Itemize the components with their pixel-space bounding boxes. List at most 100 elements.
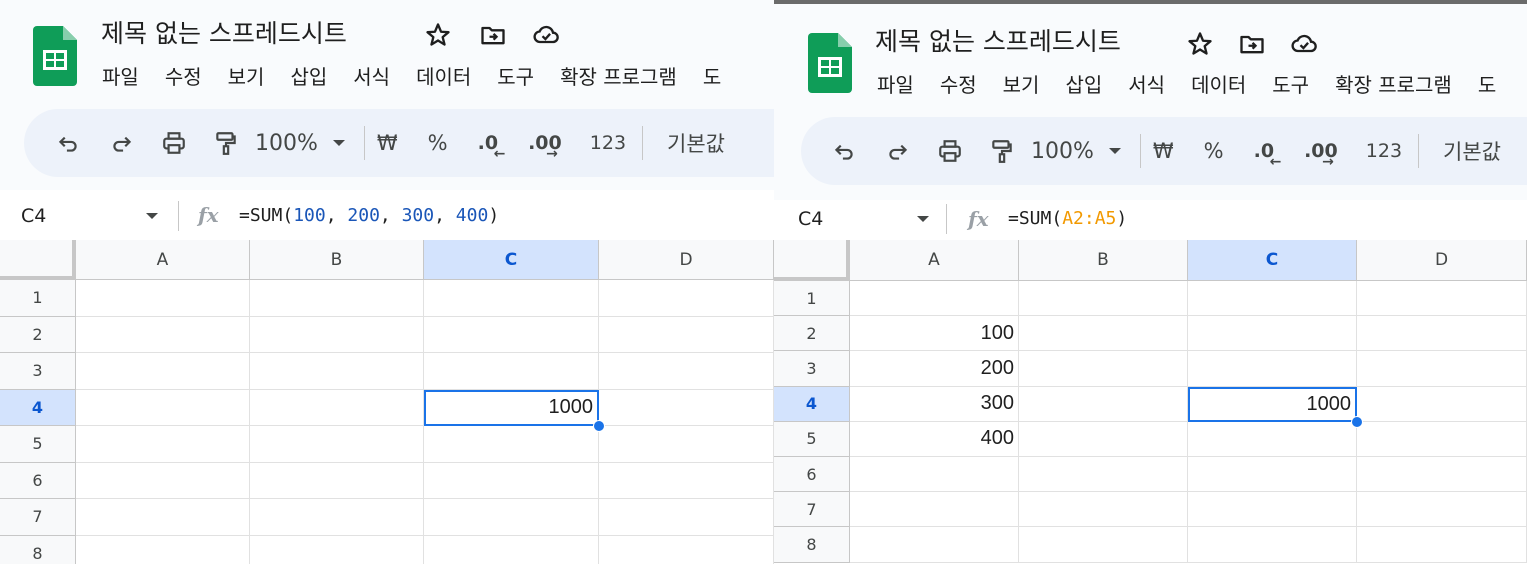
- more-formats-button[interactable]: 123: [1366, 140, 1402, 162]
- cell-d3[interactable]: [1357, 351, 1527, 387]
- column-header-b[interactable]: B: [1019, 240, 1188, 281]
- cell-d7[interactable]: [1357, 492, 1527, 528]
- cell-a4[interactable]: [76, 389, 250, 426]
- cell-c3[interactable]: [424, 353, 599, 390]
- cell-a8[interactable]: [76, 535, 250, 564]
- row-header-3[interactable]: 3: [774, 351, 850, 387]
- cell-b1[interactable]: [250, 280, 424, 317]
- move-folder-icon[interactable]: [1238, 30, 1266, 58]
- fill-handle[interactable]: [1351, 415, 1363, 428]
- cell-a6[interactable]: [850, 457, 1019, 493]
- sheets-logo-icon[interactable]: [33, 26, 77, 86]
- increase-decimal-button[interactable]: .00 →: [1304, 140, 1338, 170]
- cell-c2[interactable]: [1188, 316, 1357, 352]
- cell-a3[interactable]: 200: [850, 351, 1019, 387]
- menu-insert[interactable]: 삽입: [290, 61, 327, 90]
- cell-d2[interactable]: [599, 316, 774, 353]
- star-icon[interactable]: [424, 21, 452, 49]
- select-all-corner[interactable]: [0, 240, 76, 280]
- decrease-decimal-button[interactable]: .0 ←: [478, 132, 506, 162]
- formula-input[interactable]: =SUM(100, 200, 300, 400): [239, 205, 499, 226]
- menu-format[interactable]: 서식: [1128, 69, 1165, 98]
- menu-insert[interactable]: 삽입: [1065, 69, 1102, 98]
- cell-d1[interactable]: [1357, 281, 1527, 317]
- cell-c2[interactable]: [424, 316, 599, 353]
- row-header-5[interactable]: 5: [774, 421, 850, 457]
- formula-input[interactable]: =SUM(A2:A5): [1008, 208, 1127, 229]
- cell-b5[interactable]: [250, 426, 424, 463]
- cloud-saved-icon[interactable]: [532, 21, 560, 49]
- menu-file[interactable]: 파일: [102, 61, 139, 90]
- menu-tools[interactable]: 도구: [497, 61, 534, 90]
- cell-b6[interactable]: [1019, 457, 1188, 493]
- chevron-down-icon[interactable]: [145, 211, 159, 221]
- currency-format-button[interactable]: ₩: [377, 131, 398, 155]
- increase-decimal-button[interactable]: .00 →: [528, 132, 562, 162]
- zoom-select[interactable]: 100%: [1031, 139, 1094, 164]
- font-select[interactable]: 기본값: [1443, 136, 1501, 166]
- print-icon[interactable]: [937, 138, 963, 164]
- paint-format-icon[interactable]: [989, 138, 1015, 164]
- zoom-select[interactable]: 100%: [255, 131, 318, 156]
- menu-extensions[interactable]: 확장 프로그램: [560, 61, 677, 90]
- paint-format-icon[interactable]: [213, 130, 239, 156]
- row-header-8[interactable]: 8: [0, 535, 76, 564]
- cell-d5[interactable]: [599, 426, 774, 463]
- cell-a6[interactable]: [76, 462, 250, 499]
- print-icon[interactable]: [161, 130, 187, 156]
- cell-b2[interactable]: [1019, 316, 1188, 352]
- cell-c3[interactable]: [1188, 351, 1357, 387]
- active-cell[interactable]: 1000: [424, 389, 599, 426]
- menu-extensions[interactable]: 확장 프로그램: [1335, 69, 1452, 98]
- cell-d6[interactable]: [599, 462, 774, 499]
- menu-format[interactable]: 서식: [353, 61, 390, 90]
- row-header-2[interactable]: 2: [0, 316, 76, 353]
- cell-d4[interactable]: [1357, 386, 1527, 422]
- row-header-1[interactable]: 1: [0, 280, 76, 317]
- cell-c6[interactable]: [424, 462, 599, 499]
- cell-a4[interactable]: 300: [850, 386, 1019, 422]
- cell-a1[interactable]: [850, 281, 1019, 317]
- cell-b8[interactable]: [250, 535, 424, 564]
- more-formats-button[interactable]: 123: [590, 132, 626, 154]
- redo-icon[interactable]: [109, 130, 135, 156]
- menu-data[interactable]: 데이터: [1191, 69, 1246, 98]
- row-header-2[interactable]: 2: [774, 316, 850, 352]
- cell-a5[interactable]: [76, 426, 250, 463]
- cell-b2[interactable]: [250, 316, 424, 353]
- cell-a5[interactable]: 400: [850, 421, 1019, 457]
- star-icon[interactable]: [1186, 30, 1214, 58]
- sheets-logo-icon[interactable]: [808, 33, 852, 93]
- undo-icon[interactable]: [55, 130, 81, 156]
- cell-d4[interactable]: [599, 389, 774, 426]
- document-title[interactable]: 제목 없는 스프레드시트: [875, 22, 1121, 58]
- cell-d8[interactable]: [1357, 527, 1527, 563]
- column-header-c[interactable]: C: [1188, 240, 1357, 281]
- cell-c5[interactable]: [424, 426, 599, 463]
- row-header-7[interactable]: 7: [774, 492, 850, 528]
- row-header-3[interactable]: 3: [0, 353, 76, 390]
- row-header-6[interactable]: 6: [0, 462, 76, 499]
- column-header-b[interactable]: B: [250, 240, 424, 280]
- row-header-8[interactable]: 8: [774, 527, 850, 563]
- cell-c7[interactable]: [424, 499, 599, 536]
- cell-b7[interactable]: [250, 499, 424, 536]
- cell-c8[interactable]: [1188, 527, 1357, 563]
- menu-edit[interactable]: 수정: [940, 69, 977, 98]
- cell-b3[interactable]: [250, 353, 424, 390]
- cell-d5[interactable]: [1357, 421, 1527, 457]
- cell-a2[interactable]: [76, 316, 250, 353]
- cell-c1[interactable]: [1188, 281, 1357, 317]
- cell-c7[interactable]: [1188, 492, 1357, 528]
- row-header-1[interactable]: 1: [774, 281, 850, 317]
- cell-a8[interactable]: [850, 527, 1019, 563]
- cell-d8[interactable]: [599, 535, 774, 564]
- cell-c6[interactable]: [1188, 457, 1357, 493]
- cell-b5[interactable]: [1019, 421, 1188, 457]
- chevron-down-icon[interactable]: [1108, 146, 1122, 156]
- name-box[interactable]: C4: [798, 208, 823, 230]
- fill-handle[interactable]: [593, 420, 605, 432]
- menu-help[interactable]: 도: [703, 61, 721, 90]
- column-header-d[interactable]: D: [599, 240, 774, 280]
- row-header-7[interactable]: 7: [0, 499, 76, 536]
